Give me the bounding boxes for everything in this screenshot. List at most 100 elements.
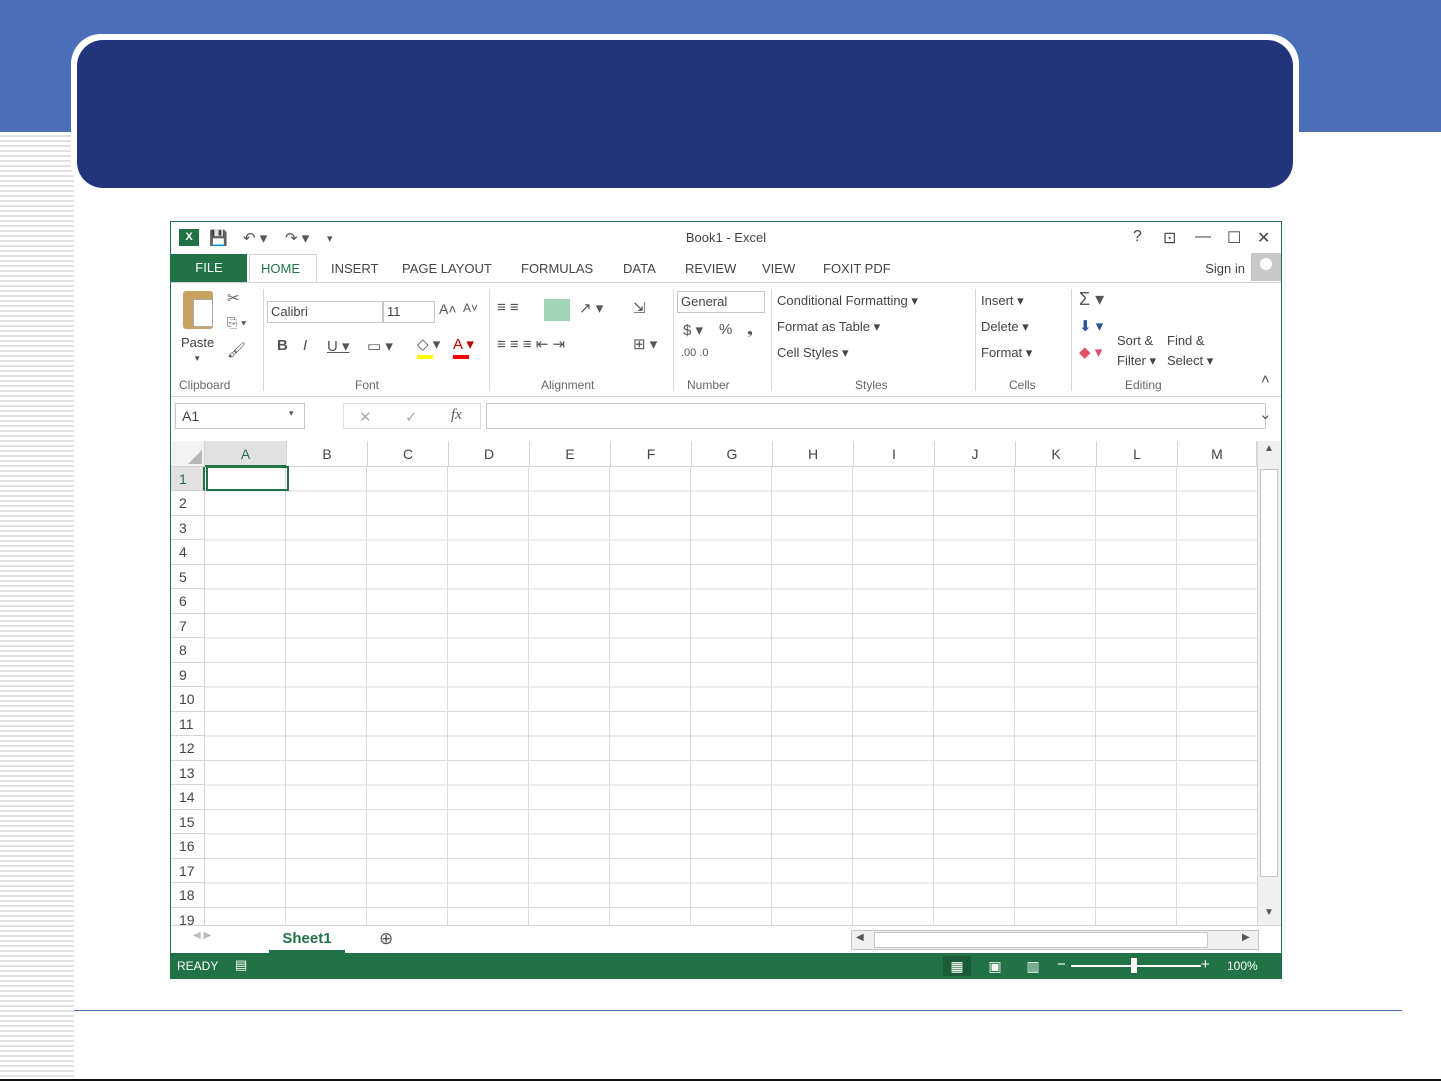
- vertical-scrollbar[interactable]: ▲ ▼: [1257, 441, 1281, 925]
- merge-center-icon[interactable]: ⊞ ▾: [633, 335, 657, 353]
- column-header[interactable]: E: [530, 441, 611, 467]
- avatar[interactable]: [1251, 253, 1281, 281]
- column-header[interactable]: K: [1016, 441, 1097, 467]
- column-header[interactable]: F: [611, 441, 692, 467]
- paste-dropdown-icon[interactable]: ▾: [195, 353, 200, 364]
- zoom-in-button[interactable]: +: [1201, 956, 1210, 973]
- row-header[interactable]: 17: [171, 859, 205, 883]
- underline-icon[interactable]: U ▾: [327, 337, 350, 355]
- horizontal-scroll-thumb[interactable]: [874, 932, 1208, 948]
- tab-data[interactable]: DATA: [623, 261, 656, 276]
- zoom-slider-thumb[interactable]: [1131, 958, 1137, 973]
- row-header[interactable]: 18: [171, 883, 205, 908]
- scroll-left-icon[interactable]: ◀: [856, 932, 864, 943]
- comma-style-icon[interactable]: ❟: [747, 321, 753, 338]
- row-header[interactable]: 15: [171, 810, 205, 834]
- row-header[interactable]: 6: [171, 589, 205, 614]
- zoom-level[interactable]: 100%: [1227, 959, 1258, 973]
- format-as-table-button[interactable]: Format as Table ▾: [777, 319, 880, 335]
- enter-icon[interactable]: ✓: [405, 408, 418, 426]
- insert-cells-button[interactable]: Insert ▾: [981, 293, 1024, 309]
- row-header[interactable]: 10: [171, 687, 205, 712]
- insert-function-icon[interactable]: fx: [451, 407, 462, 424]
- row-header[interactable]: 12: [171, 736, 205, 761]
- column-header[interactable]: M: [1178, 441, 1257, 467]
- align-buttons-icon[interactable]: ≡ ≡ ≡ ⇤ ⇥: [497, 335, 565, 353]
- decimal-icon[interactable]: .00 .0: [681, 347, 709, 359]
- zoom-out-button[interactable]: −: [1057, 956, 1066, 973]
- column-header[interactable]: J: [935, 441, 1016, 467]
- column-header[interactable]: L: [1097, 441, 1178, 467]
- paste-icon[interactable]: [183, 291, 213, 329]
- shrink-font-icon[interactable]: A˅: [463, 301, 478, 315]
- column-header[interactable]: B: [287, 441, 368, 467]
- border-icon[interactable]: ▭ ▾: [367, 337, 393, 355]
- active-cell-a1[interactable]: [206, 466, 289, 491]
- row-header[interactable]: 19: [171, 908, 205, 925]
- orientation-icon[interactable]: ↗ ▾: [579, 299, 603, 317]
- select-all-corner[interactable]: [171, 441, 205, 467]
- minimize-icon[interactable]: —: [1195, 228, 1211, 246]
- name-box-dropdown-icon[interactable]: ▾: [289, 408, 294, 419]
- help-icon[interactable]: ?: [1133, 228, 1142, 246]
- vertical-scroll-thumb[interactable]: [1260, 469, 1278, 877]
- font-color-icon[interactable]: A ▾: [453, 335, 474, 353]
- find-select-button-line1[interactable]: Find &: [1167, 333, 1205, 348]
- cut-icon[interactable]: ✂: [227, 289, 240, 307]
- delete-cells-button[interactable]: Delete ▾: [981, 319, 1029, 335]
- column-header[interactable]: G: [692, 441, 773, 467]
- sign-in-link[interactable]: Sign in: [1205, 261, 1245, 276]
- row-header[interactable]: 16: [171, 834, 205, 859]
- cell-grid[interactable]: [205, 467, 1257, 925]
- sort-filter-button-line1[interactable]: Sort &: [1117, 333, 1153, 348]
- horizontal-scrollbar[interactable]: ◀ ▶: [851, 930, 1259, 950]
- row-header[interactable]: 9: [171, 663, 205, 687]
- row-header[interactable]: 2: [171, 491, 205, 516]
- cell-styles-button[interactable]: Cell Styles ▾: [777, 345, 849, 361]
- macro-record-icon[interactable]: ▤: [235, 957, 247, 973]
- expand-formula-bar-icon[interactable]: ⌄: [1259, 405, 1272, 423]
- fill-color-icon[interactable]: ◇ ▾: [417, 335, 440, 353]
- close-icon[interactable]: ✕: [1257, 228, 1270, 248]
- tab-foxit-pdf[interactable]: FOXIT PDF: [823, 261, 891, 276]
- column-header[interactable]: A: [205, 441, 287, 467]
- tab-formulas[interactable]: FORMULAS: [521, 261, 593, 276]
- top-align-icon[interactable]: ≡ ≡: [497, 299, 519, 316]
- font-size-combo[interactable]: 11: [383, 301, 435, 323]
- percent-icon[interactable]: %: [719, 321, 732, 338]
- sort-filter-button-line2[interactable]: Filter ▾: [1117, 353, 1156, 369]
- fill-icon[interactable]: ⬇ ▾: [1079, 317, 1103, 335]
- tab-review[interactable]: REVIEW: [685, 261, 736, 276]
- normal-view-icon[interactable]: ▦: [943, 956, 971, 976]
- page-layout-view-icon[interactable]: ▣: [981, 956, 1009, 976]
- tab-view[interactable]: VIEW: [762, 261, 795, 276]
- column-header[interactable]: I: [854, 441, 935, 467]
- clear-icon[interactable]: ◆ ▾: [1079, 343, 1102, 361]
- row-header[interactable]: 4: [171, 540, 205, 565]
- conditional-formatting-button[interactable]: Conditional Formatting ▾: [777, 293, 918, 309]
- copy-icon[interactable]: ⎘ ▾: [227, 315, 246, 331]
- column-header[interactable]: C: [368, 441, 449, 467]
- font-name-combo[interactable]: Calibri: [267, 301, 383, 323]
- row-header[interactable]: 1: [171, 467, 205, 491]
- row-header[interactable]: 8: [171, 638, 205, 663]
- autosum-icon[interactable]: Σ ▾: [1079, 289, 1104, 310]
- tab-home[interactable]: HOME: [261, 261, 300, 276]
- ribbon-display-icon[interactable]: ⊡: [1163, 228, 1176, 248]
- row-header[interactable]: 14: [171, 785, 205, 810]
- paste-button[interactable]: Paste: [181, 335, 214, 350]
- cancel-icon[interactable]: ✕: [359, 408, 372, 426]
- row-header[interactable]: 13: [171, 761, 205, 785]
- format-cells-button[interactable]: Format ▾: [981, 345, 1032, 361]
- collapse-ribbon-icon[interactable]: ˄: [1261, 371, 1270, 388]
- currency-icon[interactable]: $ ▾: [683, 321, 703, 339]
- row-header[interactable]: 11: [171, 712, 205, 736]
- italic-icon[interactable]: I: [303, 337, 307, 354]
- bold-icon[interactable]: B: [277, 337, 288, 354]
- sheet-tab-sheet1[interactable]: Sheet1: [269, 926, 345, 953]
- scroll-down-icon[interactable]: ▼: [1264, 907, 1274, 918]
- column-header[interactable]: H: [773, 441, 854, 467]
- formula-input[interactable]: [486, 403, 1266, 429]
- row-header[interactable]: 7: [171, 614, 205, 638]
- column-header[interactable]: D: [449, 441, 530, 467]
